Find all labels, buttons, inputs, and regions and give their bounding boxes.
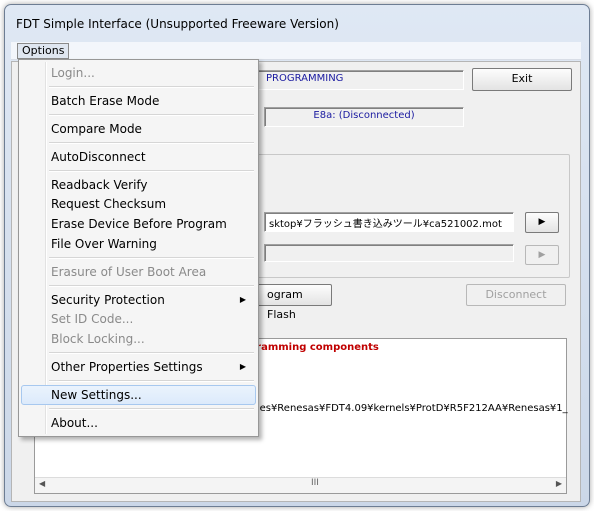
secondary-browse-button[interactable]: ▶ [525, 245, 559, 265]
menu-item-about[interactable]: About... [21, 413, 256, 433]
menu-separator [49, 380, 254, 382]
file-path-input[interactable]: sktop¥フラッシュ書き込みツール¥ca521002.mot [264, 212, 514, 232]
menu-separator [49, 86, 254, 88]
play-icon: ▶ [538, 250, 546, 260]
menu-item-label: New Settings... [51, 388, 142, 402]
menu-item-label: Compare Mode [51, 122, 142, 136]
browse-button[interactable]: ▶ [525, 212, 559, 233]
scroll-right-icon[interactable]: ▶ [556, 479, 562, 488]
mode-text: PROGRAMMING [266, 73, 344, 84]
menu-item-batch-erase-mode[interactable]: Batch Erase Mode [21, 91, 256, 111]
menu-item-new-settings[interactable]: New Settings... [21, 385, 256, 405]
window-title: FDT Simple Interface (Unsupported Freewa… [16, 17, 339, 31]
menu-item-label: Erasure of User Boot Area [51, 265, 207, 279]
options-menu[interactable]: Options [17, 43, 70, 59]
play-icon: ▶ [538, 217, 546, 227]
menu-item-file-over-warning[interactable]: File Over Warning [21, 234, 256, 254]
menu-separator [49, 352, 254, 354]
exit-button[interactable]: Exit [472, 68, 572, 91]
menu-item-label: AutoDisconnect [51, 150, 146, 164]
menu-item-label: About... [51, 416, 98, 430]
menu-item-label: Block Locking... [51, 332, 145, 346]
menu-item-autodisconnect[interactable]: AutoDisconnect [21, 147, 256, 167]
secondary-path-input[interactable] [264, 244, 514, 262]
menu-item-block-locking[interactable]: Block Locking... [21, 329, 256, 349]
title-bar: FDT Simple Interface (Unsupported Freewa… [5, 5, 589, 39]
submenu-arrow-icon: ▶ [239, 362, 246, 371]
menu-separator [49, 408, 254, 410]
log-line: Files¥Renesas¥FDT4.09¥kernels¥ProtD¥R5F2… [249, 403, 568, 414]
program-flash-label: ogram Flash [267, 288, 303, 321]
horizontal-scrollbar[interactable]: ◀ III ▶ [35, 477, 566, 493]
disconnect-button[interactable]: Disconnect [466, 284, 566, 306]
menu-item-readback-verify[interactable]: Readback Verify [21, 175, 256, 195]
menu-item-security-protection[interactable]: Security Protection ▶ [21, 290, 256, 310]
log-line: gramming components [249, 342, 379, 353]
menu-item-label: Request Checksum [51, 197, 167, 211]
scroll-left-icon[interactable]: ◀ [39, 479, 45, 488]
menu-item-label: Set ID Code... [51, 312, 134, 326]
menu-item-label: Erase Device Before Program [51, 217, 227, 231]
menu-item-label: Readback Verify [51, 178, 148, 192]
device-status: E8a: (Disconnected) [313, 110, 415, 121]
menu-separator [49, 114, 254, 116]
menu-item-compare-mode[interactable]: Compare Mode [21, 119, 256, 139]
menu-item-label: Login... [51, 66, 95, 80]
file-path-text: sktop¥フラッシュ書き込みツール¥ca521002.mot [269, 219, 502, 230]
menu-item-label: Batch Erase Mode [51, 94, 160, 108]
menu-separator [49, 257, 254, 259]
menu-item-erasure-of-user-boot-area[interactable]: Erasure of User Boot Area [21, 262, 256, 282]
menu-separator [49, 170, 254, 172]
menu-item-label: Other Properties Settings [51, 360, 203, 374]
menu-item-set-id-code[interactable]: Set ID Code... [21, 309, 256, 329]
menu-item-other-properties-settings[interactable]: Other Properties Settings ▶ [21, 357, 256, 377]
menu-bar: Options [11, 42, 581, 60]
menu-item-erase-device-before-program[interactable]: Erase Device Before Program [21, 214, 256, 234]
menu-item-login[interactable]: Login... [21, 63, 256, 83]
menu-separator [49, 142, 254, 144]
submenu-arrow-icon: ▶ [239, 295, 246, 304]
menu-item-request-checksum[interactable]: Request Checksum [21, 194, 256, 214]
menu-separator [49, 285, 254, 287]
program-flash-button[interactable]: ogram Flash [248, 284, 332, 321]
menu-item-label: Security Protection [51, 293, 165, 307]
scroll-thumb-grip[interactable]: III [311, 478, 319, 488]
menu-item-label: File Over Warning [51, 237, 157, 251]
options-dropdown-menu: Login... Batch Erase Mode Compare Mode A… [18, 59, 259, 437]
device-status-field: E8a: (Disconnected) [264, 107, 464, 127]
